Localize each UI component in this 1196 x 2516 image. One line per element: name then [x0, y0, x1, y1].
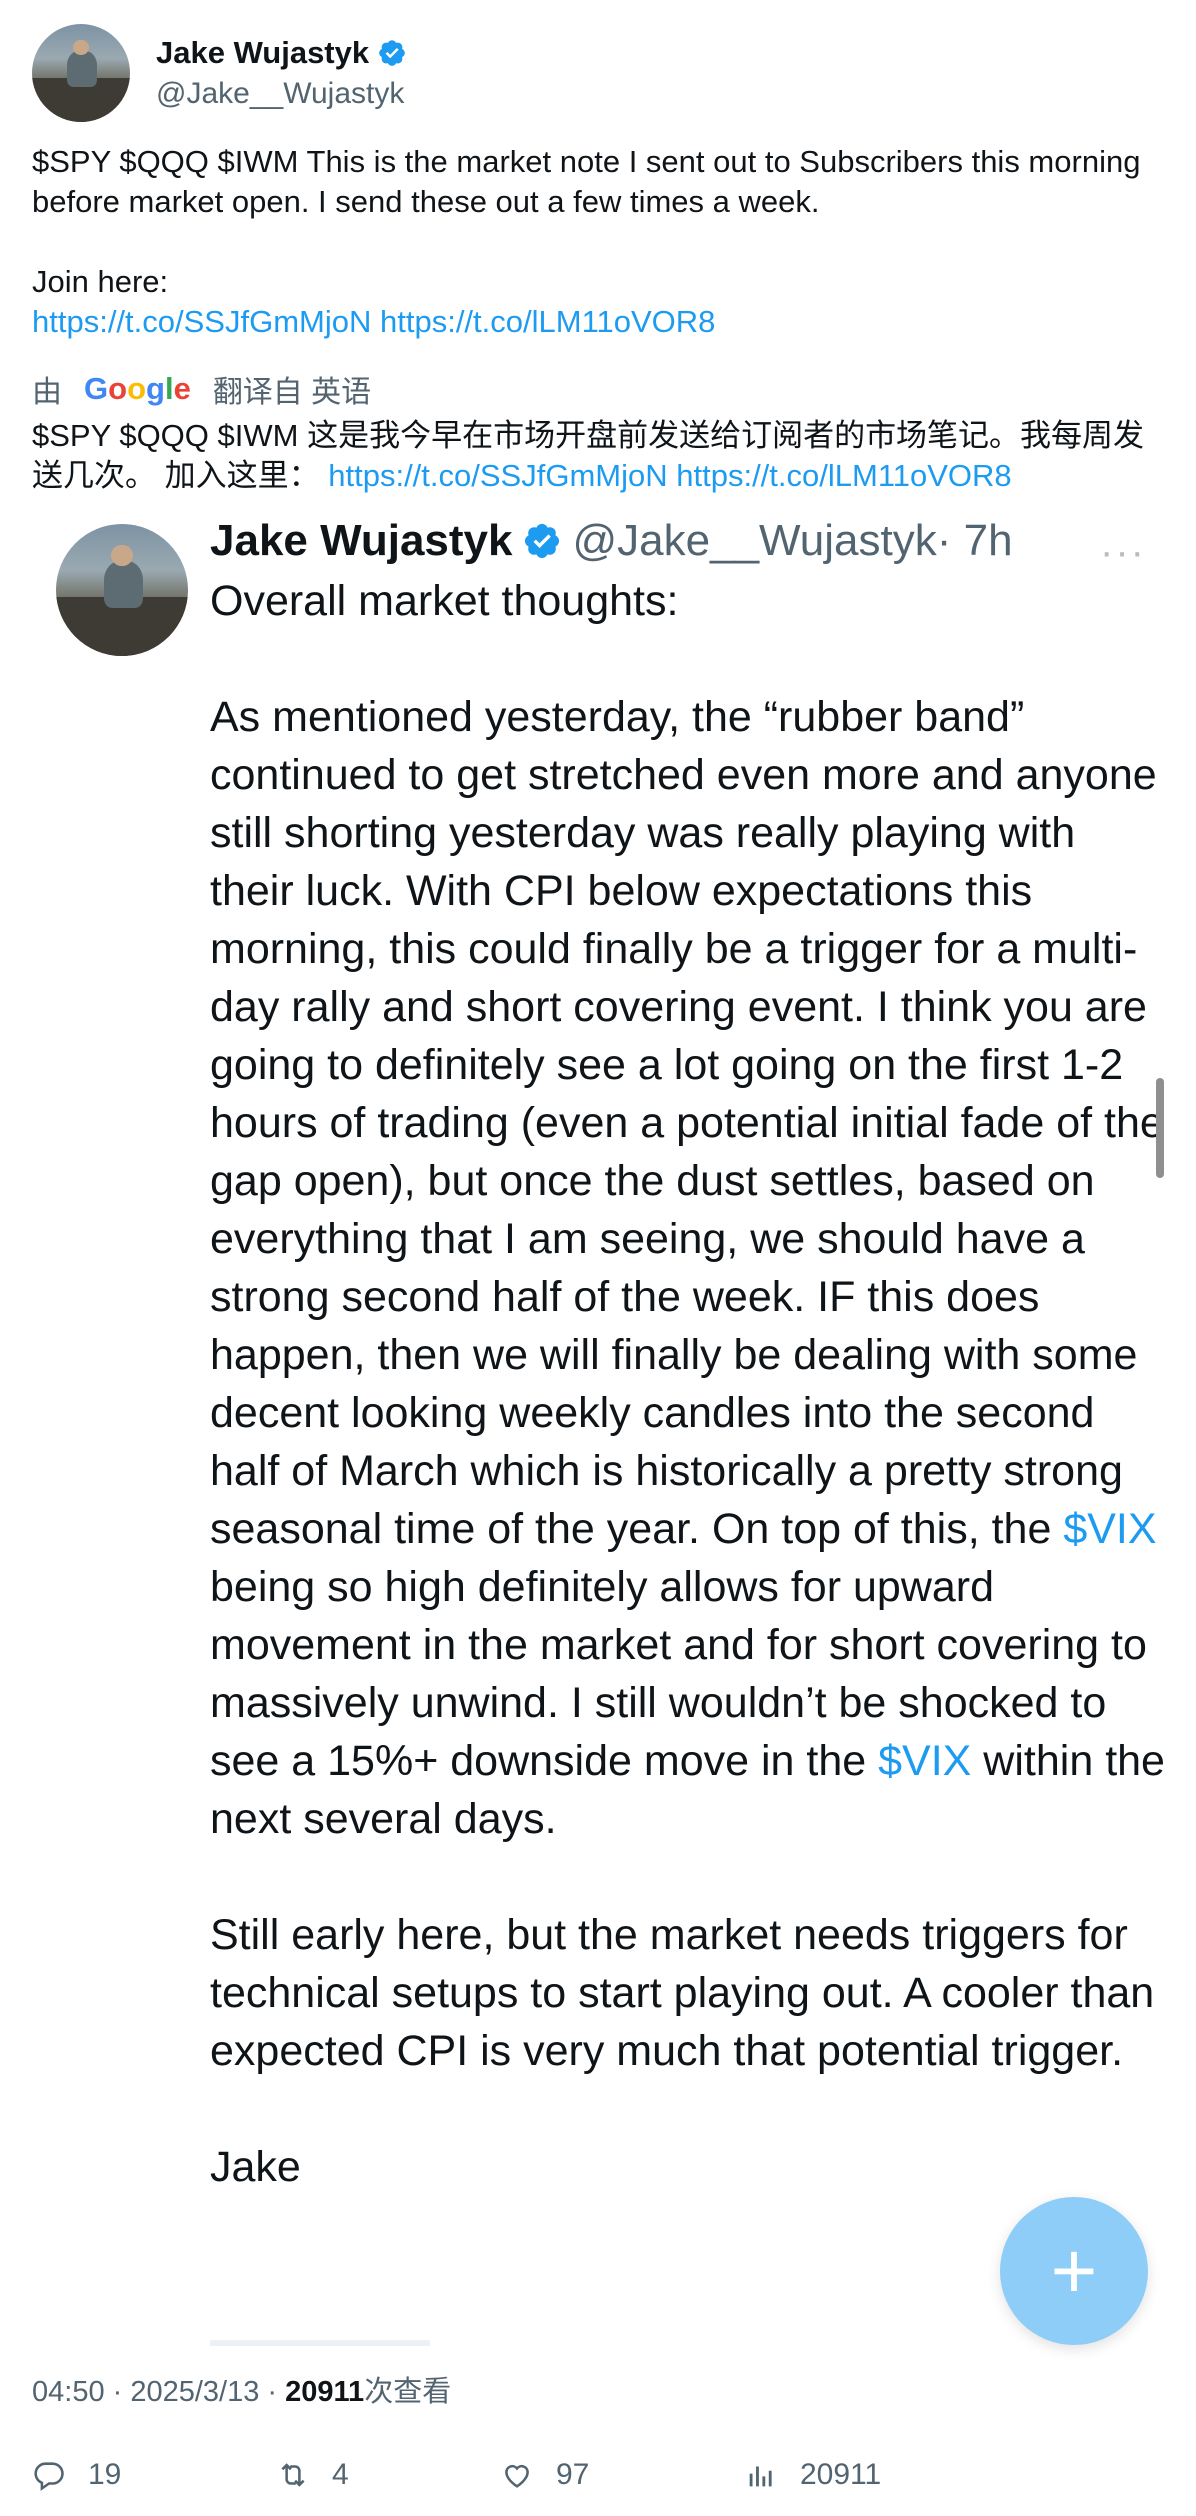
reply-icon	[34, 2462, 64, 2491]
author-name-text[interactable]: Jake Wujastyk	[156, 35, 369, 71]
like-button[interactable]: 97	[500, 2458, 589, 2492]
tweet-link-2[interactable]: https://t.co/lLM11oVOR8	[380, 304, 715, 339]
embedded-verified-icon	[525, 523, 560, 559]
embedded-avatar	[56, 524, 188, 656]
reply-button[interactable]: 19	[32, 2458, 121, 2492]
reply-count: 19	[88, 2458, 122, 2491]
retweet-icon	[281, 2463, 305, 2487]
embedded-signature: Jake	[210, 2143, 301, 2191]
embedded-bottom-edge	[210, 2340, 430, 2346]
cashtag-vix-1: $VIX	[1063, 1505, 1157, 1553]
views-suffix: 次查看	[364, 2376, 452, 2408]
views-count: 20911	[800, 2458, 882, 2491]
translated-text: $SPY $QQQ $IWM 这是我今早在市场开盘前发送给订阅者的市场笔记。我每…	[32, 416, 1172, 496]
views-button[interactable]: 20911	[744, 2458, 881, 2492]
translation-prefix: 由	[32, 376, 62, 409]
compose-button[interactable]: +	[1000, 2197, 1148, 2345]
tweet-links: https://t.co/SSJfGmMjoN https://t.co/lLM…	[32, 302, 715, 342]
heart-icon	[505, 2464, 529, 2488]
author-avatar[interactable]	[32, 24, 130, 122]
analytics-icon	[749, 2466, 772, 2487]
embedded-tweet-image[interactable]: Jake Wujastyk @Jake__Wujastyk · 7h ··· O…	[0, 510, 1196, 2360]
translated-link-1[interactable]: https://t.co/SSJfGmMjoN	[328, 458, 667, 493]
tweet-meta: 04:50 · 2025/3/13 · 20911次查看	[32, 2368, 451, 2410]
embedded-time: · 7h	[936, 516, 1013, 565]
embedded-author-name: Jake Wujastyk	[210, 516, 513, 565]
embedded-paragraph-2: Still early here, but the market needs t…	[210, 1911, 1155, 2075]
retweet-button[interactable]: 4	[276, 2458, 349, 2492]
author-names: Jake Wujastyk @Jake__Wujastyk	[156, 35, 407, 111]
like-count: 97	[556, 2458, 590, 2491]
author-display-name[interactable]: Jake Wujastyk	[156, 35, 407, 71]
page-scrollbar[interactable]	[1156, 1078, 1164, 1178]
embedded-handle: @Jake__Wujastyk	[572, 516, 937, 565]
embedded-body: Overall market thoughts: As mentioned ye…	[210, 572, 1170, 2196]
embedded-text-a: As mentioned yesterday, the “rubber band…	[210, 693, 1164, 1553]
retweet-count: 4	[332, 2458, 349, 2491]
tweet-link-1[interactable]: https://t.co/SSJfGmMjoN	[32, 304, 371, 339]
more-dots-icon: ···	[1100, 530, 1146, 574]
embedded-title-line: Overall market thoughts:	[210, 577, 679, 625]
embedded-header: Jake Wujastyk @Jake__Wujastyk · 7h	[210, 516, 1013, 566]
tweet-timestamp[interactable]: 04:50 · 2025/3/13 ·	[32, 2376, 285, 2408]
google-logo: Google	[84, 371, 191, 406]
translated-link-2[interactable]: https://t.co/lLM11oVOR8	[676, 458, 1011, 493]
verified-badge-icon	[379, 40, 405, 66]
action-bar: 19 4 97 20911	[32, 2458, 1172, 2498]
translation-label[interactable]: 翻译自 英语	[213, 367, 371, 411]
translation-attribution: 由 Google 翻译自 英语	[32, 367, 371, 411]
author-handle[interactable]: @Jake__Wujastyk	[156, 77, 407, 111]
cashtag-vix-2: $VIX	[878, 1737, 972, 1785]
tweet-text: $SPY $QQQ $IWM This is the market note I…	[32, 144, 1141, 299]
plus-icon: +	[1050, 2226, 1098, 2315]
embedded-paragraph-1: As mentioned yesterday, the “rubber band…	[210, 688, 1170, 1848]
tweet-header: Jake Wujastyk @Jake__Wujastyk	[32, 24, 407, 122]
tweet-view-count: 20911	[285, 2376, 365, 2408]
